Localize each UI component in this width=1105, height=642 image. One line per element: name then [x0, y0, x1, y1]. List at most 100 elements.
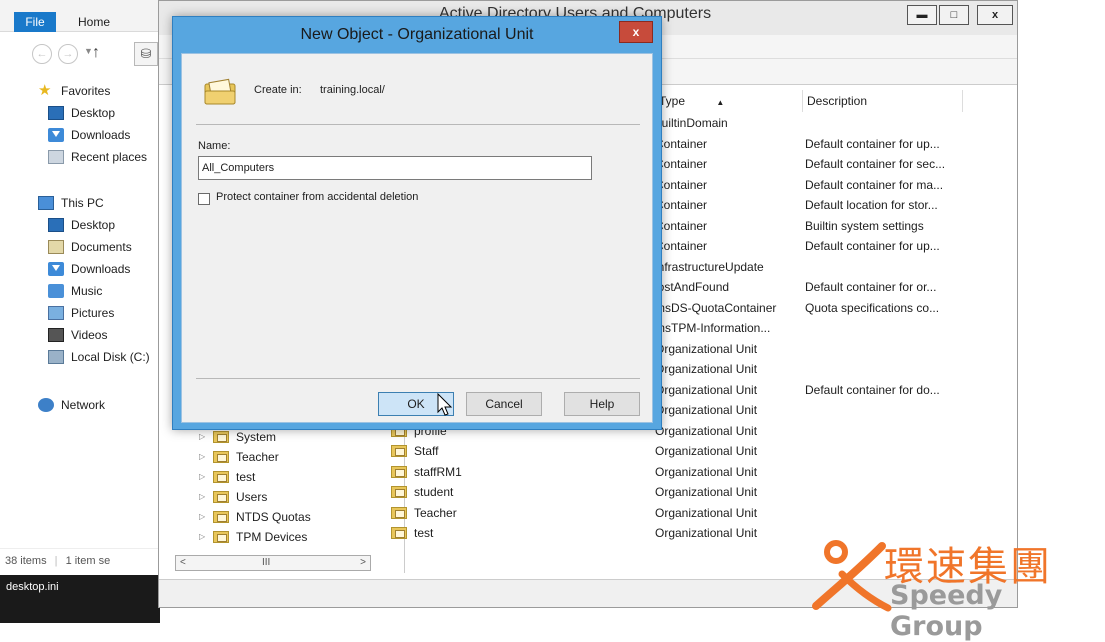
tree-horizontal-scrollbar[interactable]: < III >: [175, 555, 371, 571]
row-type: Organizational Unit: [655, 423, 758, 438]
tree-item-teacher[interactable]: ▷ Teacher: [199, 447, 279, 467]
selected-count: 1 item se: [65, 555, 111, 567]
nav-item-favorites[interactable]: ★ Favorites: [38, 80, 110, 102]
nav-item-label: Music: [71, 284, 103, 298]
column-header-description[interactable]: Description: [803, 90, 963, 112]
expand-arrow-icon[interactable]: ▷: [199, 447, 213, 467]
maximize-button[interactable]: □: [939, 5, 969, 25]
row-type: Organizational Unit: [655, 464, 758, 479]
row-name: Staff: [414, 444, 439, 458]
table-row[interactable]: Teacher Organizational Unit: [385, 503, 985, 523]
nav-item-desktop[interactable]: Desktop: [48, 102, 115, 124]
tree-item-label: System: [236, 430, 277, 444]
nav-item-label: Network: [61, 398, 106, 412]
row-type: msTPM-Information...: [655, 321, 771, 335]
nav-item-recent-places[interactable]: Recent places: [48, 146, 147, 168]
explorer-nav-bar: ← → ▼ ↑ ⛁: [0, 34, 175, 74]
separator: [196, 378, 640, 379]
name-label: Name:: [198, 140, 231, 152]
ou-folder-icon: [391, 445, 407, 457]
expand-arrow-icon[interactable]: ▷: [199, 427, 213, 447]
nav-item-downloads[interactable]: Downloads: [48, 124, 130, 146]
expand-arrow-icon[interactable]: ▷: [199, 487, 213, 507]
protect-deletion-checkbox[interactable]: [198, 193, 210, 205]
tree-item-tpm-devices[interactable]: ▷ TPM Devices: [199, 527, 307, 547]
tree-item-test[interactable]: ▷ test: [199, 467, 255, 487]
ou-name-input[interactable]: [198, 156, 592, 180]
mouse-cursor-icon: [437, 393, 453, 416]
create-in-value: training.local/: [320, 84, 385, 96]
details-bar: desktop.ini: [0, 575, 160, 623]
nav-item-desktop[interactable]: Desktop: [48, 214, 115, 236]
nav-item-downloads[interactable]: Downloads: [48, 258, 130, 280]
help-button[interactable]: Help: [564, 392, 640, 416]
organizational-unit-icon: [204, 78, 236, 105]
tree-item-users[interactable]: ▷ Users: [199, 487, 267, 507]
scroll-thumb[interactable]: III: [262, 556, 270, 570]
protect-deletion-label[interactable]: Protect container from accidental deleti…: [216, 191, 418, 203]
row-name: test: [414, 526, 434, 540]
ou-folder-icon: [391, 465, 407, 478]
row-type: Organizational Unit: [655, 444, 758, 458]
table-row[interactable]: staffRM1 Organizational Unit: [385, 462, 985, 482]
nav-item-label: Favorites: [61, 84, 111, 98]
tree-item-label: NTDS Quotas: [236, 510, 311, 524]
row-type: Organizational Unit: [655, 403, 758, 417]
items-count: 38 items: [5, 555, 47, 567]
row-type: Organizational Unit: [655, 505, 758, 520]
forward-icon[interactable]: →: [58, 44, 78, 64]
nav-item-label: Local Disk (C:): [71, 350, 150, 364]
expand-arrow-icon[interactable]: ▷: [199, 507, 213, 527]
computer-location-icon[interactable]: ⛁: [134, 42, 158, 66]
nav-item-documents[interactable]: Documents: [48, 236, 132, 258]
row-name: Teacher: [414, 505, 457, 520]
ou-folder-icon: [391, 486, 407, 498]
nav-item-network[interactable]: Network: [38, 394, 105, 416]
close-window-button[interactable]: x: [977, 5, 1013, 25]
cancel-button[interactable]: Cancel: [466, 392, 542, 416]
ou-folder-icon: [391, 527, 407, 539]
home-tab[interactable]: Home: [78, 12, 110, 32]
row-description: Default container for sec...: [805, 157, 946, 171]
dialog-close-button[interactable]: x: [619, 21, 653, 43]
table-row[interactable]: Staff Organizational Unit: [385, 441, 985, 461]
scroll-right-icon[interactable]: >: [360, 556, 366, 570]
row-type: Container: [655, 157, 708, 171]
row-description: Default container for up...: [805, 239, 940, 253]
nav-item-pictures[interactable]: Pictures: [48, 302, 114, 324]
row-type: Container: [655, 239, 708, 253]
desktop-icon: [48, 106, 64, 120]
up-icon[interactable]: ↑: [92, 44, 100, 62]
tree-item-system[interactable]: ▷ System: [199, 427, 276, 447]
expand-arrow-icon[interactable]: ▷: [199, 527, 213, 547]
file-tab[interactable]: File: [14, 12, 56, 32]
ou-folder-icon: [213, 491, 229, 503]
row-type: Organizational Unit: [655, 362, 758, 376]
tree-item-label: Users: [236, 490, 268, 504]
column-header-type[interactable]: Type ▲: [655, 90, 803, 112]
tree-item-label: TPM Devices: [236, 530, 308, 544]
scroll-left-icon[interactable]: <: [180, 556, 186, 570]
network-icon: [38, 398, 54, 412]
tree-item-ntds-quotas[interactable]: ▷ NTDS Quotas: [199, 507, 311, 527]
navigation-pane: ★ Favorites Desktop Downloads Recent places T…: [0, 80, 170, 540]
nav-item-music[interactable]: Music: [48, 280, 102, 302]
expand-arrow-icon[interactable]: ▷: [199, 467, 213, 487]
back-icon[interactable]: ←: [32, 44, 52, 64]
row-description: Default container for do...: [805, 382, 940, 397]
row-name: staffRM1: [414, 464, 462, 479]
nav-item-this-pc[interactable]: This PC: [38, 192, 104, 214]
documents-icon: [48, 240, 64, 254]
computer-icon: [38, 196, 54, 210]
minimize-button[interactable]: ▬: [907, 5, 937, 25]
nav-item-videos[interactable]: Videos: [48, 324, 107, 346]
row-description: Builtin system settings: [805, 218, 924, 233]
downloads-icon: [48, 128, 64, 142]
explorer-status-bar: 38 items | 1 item se: [0, 548, 175, 572]
dialog-body: Create in: training.local/ Name: Protect…: [181, 53, 653, 423]
star-icon: ★: [38, 82, 52, 99]
row-description: Default container for ma...: [805, 177, 944, 192]
nav-item-local-disk-c[interactable]: Local Disk (C:): [48, 346, 150, 368]
table-row[interactable]: student Organizational Unit: [385, 482, 985, 502]
row-type: Organizational Unit: [655, 526, 758, 540]
